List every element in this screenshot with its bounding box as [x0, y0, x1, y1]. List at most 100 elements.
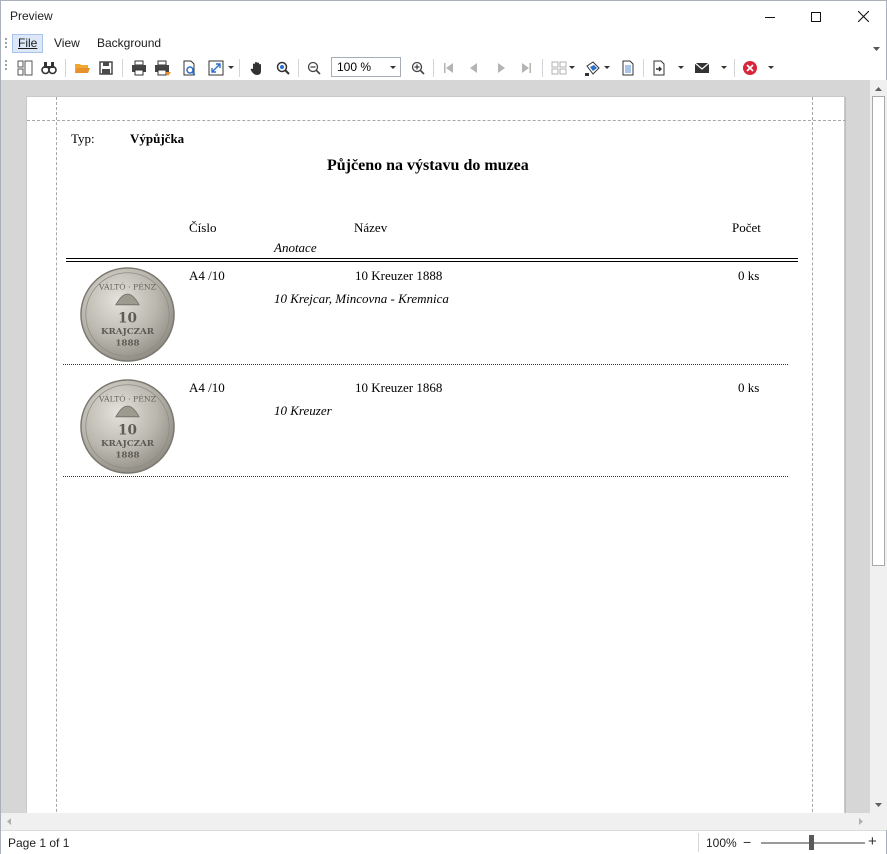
menu-view[interactable]: View [48, 34, 86, 53]
email-dropdown-arrow[interactable] [721, 66, 727, 69]
zoom-in-button[interactable] [408, 58, 428, 78]
fill-background-dropdown-arrow[interactable] [604, 66, 610, 69]
coin-word-text: KRAJCZAR [101, 439, 155, 449]
toolbar-separator [239, 59, 240, 77]
save-button[interactable] [96, 58, 116, 78]
magnifier-button[interactable] [273, 58, 293, 78]
zoom-plus-icon[interactable]: + [868, 833, 877, 850]
next-page-button[interactable] [491, 58, 511, 78]
chevron-left-icon[interactable] [7, 818, 11, 825]
find-button[interactable] [39, 58, 59, 78]
menu-bar: File View Background [1, 32, 886, 54]
last-page-button[interactable] [516, 58, 536, 78]
preview-window: Preview File View Background 100 % Typ: … [0, 0, 887, 854]
menu-overflow-icon[interactable] [873, 40, 880, 54]
header-annotation: Anotace [274, 240, 317, 255]
menu-background[interactable]: Background [91, 34, 167, 53]
menu-grip[interactable] [5, 38, 8, 50]
minimize-button[interactable] [747, 1, 793, 32]
hand-tool-button[interactable] [247, 58, 267, 78]
zoom-combobox[interactable]: 100 % [331, 57, 401, 77]
row-count: 0 ks [738, 268, 760, 283]
zoom-combobox-value: 100 % [337, 60, 372, 74]
row-count: 0 ks [738, 380, 760, 395]
coin-year-text: 1888 [115, 451, 139, 461]
zoom-out-button[interactable] [304, 58, 324, 78]
menu-view-label: View [54, 36, 80, 50]
margin-guide-right [812, 97, 813, 813]
row-annotation: 10 Krejcar, Mincovna - Kremnica [274, 291, 449, 306]
scrollbar-corner [870, 813, 887, 830]
first-page-button[interactable] [439, 58, 459, 78]
vertical-scroll-thumb[interactable] [872, 96, 885, 566]
export-icon [653, 60, 665, 76]
horizontal-scrollbar[interactable] [1, 813, 870, 830]
chevron-up-icon [875, 86, 882, 91]
zoom-slider-thumb[interactable] [809, 835, 814, 850]
toolbar-grip[interactable] [5, 60, 8, 72]
maximize-button[interactable] [793, 1, 839, 32]
zoom-dropdown-arrow[interactable] [390, 66, 396, 69]
scale-icon [208, 60, 224, 76]
close-icon [857, 11, 869, 22]
menu-file[interactable]: File [12, 34, 44, 53]
minimize-icon [765, 16, 775, 18]
open-button[interactable] [72, 58, 92, 78]
open-folder-icon [75, 64, 90, 73]
status-zoom-level: 100% [706, 836, 737, 850]
close-button[interactable] [840, 1, 886, 32]
close-preview-button[interactable] [740, 58, 760, 78]
toolbar-separator [542, 59, 543, 77]
header-name: Název [354, 220, 388, 235]
print-button[interactable] [129, 58, 149, 78]
coin-year-text: 1888 [115, 339, 139, 349]
type-value: Výpůjčka [130, 131, 185, 146]
scale-button[interactable] [206, 58, 226, 78]
coin-image: VÁLTÓ · PÉNZ 10 KRAJCZAR 1888 [80, 379, 175, 474]
close-preview-icon [743, 61, 757, 75]
zoom-minus-icon[interactable]: − [743, 834, 751, 850]
export-button[interactable] [649, 58, 669, 78]
previous-page-button[interactable] [464, 58, 484, 78]
maximize-icon [811, 11, 821, 22]
fill-background-button[interactable] [583, 58, 603, 78]
thumbnails-icon [17, 60, 33, 76]
report-page: Typ: Výpůjčka Půjčeno na výstavu do muze… [26, 96, 846, 813]
chevron-right-icon[interactable] [859, 818, 863, 825]
row-name: 10 Kreuzer 1888 [355, 268, 443, 283]
margin-guide-left [56, 97, 57, 813]
watermark-button[interactable] [618, 58, 638, 78]
scroll-up-button[interactable] [870, 80, 887, 97]
page-setup-button[interactable] [179, 58, 199, 78]
multiple-pages-dropdown-arrow[interactable] [569, 66, 575, 69]
zoom-in-icon [411, 61, 425, 75]
email-button[interactable] [692, 58, 712, 78]
export-dropdown-arrow[interactable] [678, 66, 684, 69]
email-icon [694, 62, 710, 73]
close-preview-dropdown-arrow[interactable] [768, 66, 774, 69]
coin-legend-text: VÁLTÓ · PÉNZ [98, 282, 157, 291]
row-number: A4 /10 [189, 268, 225, 283]
multiple-pages-button[interactable] [549, 58, 569, 78]
scroll-down-button[interactable] [870, 796, 887, 813]
row-divider [63, 364, 788, 365]
scale-dropdown-arrow[interactable] [228, 66, 234, 69]
toolbar-separator [433, 59, 434, 77]
row-divider [63, 476, 788, 477]
coin-image: VÁLTÓ · PÉNZ 10 KRAJCZAR 1888 [80, 267, 175, 362]
vertical-scrollbar[interactable] [870, 80, 887, 813]
quick-print-button[interactable] [153, 58, 173, 78]
last-page-icon [522, 63, 531, 73]
report-title: Půjčeno na výstavu do muzea [327, 157, 529, 174]
header-count: Počet [732, 220, 761, 235]
toolbar [1, 55, 886, 80]
status-divider [698, 833, 699, 852]
preview-viewport[interactable]: Typ: Výpůjčka Půjčeno na výstavu do muze… [1, 80, 870, 813]
thumbnails-button[interactable] [15, 58, 35, 78]
toolbar-separator [298, 59, 299, 77]
toolbar-separator [65, 59, 66, 77]
toolbar-separator [734, 59, 735, 77]
binoculars-icon [41, 62, 57, 75]
row-number: A4 /10 [189, 380, 225, 395]
row-annotation: 10 Kreuzer [274, 403, 332, 418]
